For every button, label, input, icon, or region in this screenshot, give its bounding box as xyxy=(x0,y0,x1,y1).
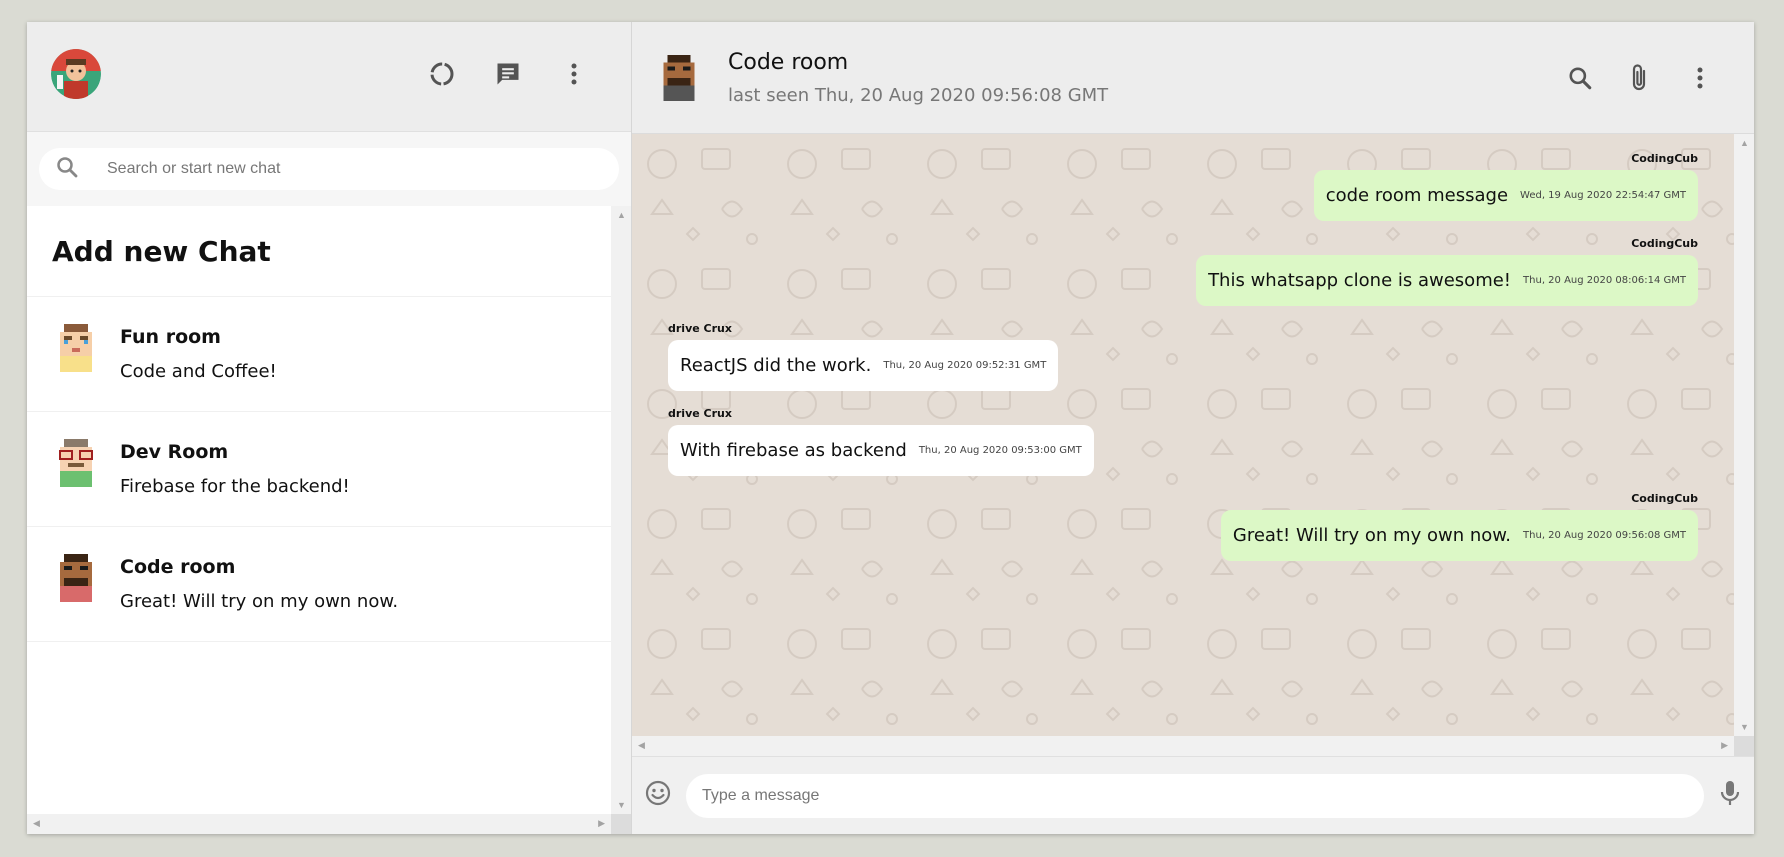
message-timestamp: Thu, 20 Aug 2020 09:52:31 GMT xyxy=(883,360,1047,371)
chat-last-message: Code and Coffee! xyxy=(120,361,277,382)
message-bubble[interactable]: With firebase as backend Thu, 20 Aug 202… xyxy=(668,425,1094,476)
search-input[interactable] xyxy=(105,159,603,179)
scrollbar-corner xyxy=(611,814,631,834)
chat-item-fun-room[interactable]: Fun room Code and Coffee! xyxy=(27,297,611,412)
message-timestamp: Wed, 19 Aug 2020 22:54:47 GMT xyxy=(1520,190,1686,201)
message-text: Great! Will try on my own now. xyxy=(1232,525,1512,546)
chat-list: Add new Chat Fun room Code and Coffee! D… xyxy=(27,206,611,642)
add-new-chat-button[interactable]: Add new Chat xyxy=(27,206,611,297)
message: CodingCub This whatsapp clone is awesome… xyxy=(668,237,1698,322)
scroll-up-arrow-icon[interactable]: ▲ xyxy=(1740,138,1749,148)
chat-last-message: Firebase for the backend! xyxy=(120,476,350,497)
message-sender: CodingCub xyxy=(1631,152,1698,165)
new-chat-icon[interactable] xyxy=(475,49,541,99)
scrollbar-corner xyxy=(1734,736,1754,756)
message: CodingCub code room message Wed, 19 Aug … xyxy=(668,152,1698,237)
chat-name: Fun room xyxy=(120,326,221,348)
sidebar: Add new Chat xyxy=(27,22,632,834)
chat-header-info[interactable]: Code room last seen Thu, 20 Aug 2020 09:… xyxy=(728,50,1550,106)
message-list: CodingCub code room message Wed, 19 Aug … xyxy=(632,134,1734,736)
chat-horizontal-scrollbar[interactable]: ◀ ▶ xyxy=(632,736,1734,756)
last-seen: last seen Thu, 20 Aug 2020 09:56:08 GMT xyxy=(728,84,1109,106)
emoji-icon[interactable] xyxy=(644,779,672,812)
scroll-right-arrow-icon[interactable]: ▶ xyxy=(598,818,605,829)
chat-body: CodingCub code room message Wed, 19 Aug … xyxy=(632,134,1754,756)
user-avatar[interactable] xyxy=(51,48,101,99)
message-sender: drive Crux xyxy=(668,322,732,335)
message-timestamp: Thu, 20 Aug 2020 09:53:00 GMT xyxy=(918,445,1082,456)
chat-avatar xyxy=(52,554,100,602)
search-icon[interactable] xyxy=(1550,53,1610,103)
add-new-chat-label: Add new Chat xyxy=(52,234,271,268)
message-timestamp: Thu, 20 Aug 2020 08:06:14 GMT xyxy=(1523,275,1686,286)
message-bubble[interactable]: Great! Will try on my own now. Thu, 20 A… xyxy=(1220,510,1698,561)
room-title: Code room xyxy=(728,49,849,75)
chat-panel: Code room last seen Thu, 20 Aug 2020 09:… xyxy=(632,22,1754,834)
scroll-down-arrow-icon[interactable]: ▼ xyxy=(617,800,626,810)
chat-avatar xyxy=(52,324,100,372)
message: drive Crux ReactJS did the work. Thu, 20… xyxy=(668,322,1698,407)
message-sender: drive Crux xyxy=(668,407,732,420)
scroll-down-arrow-icon[interactable]: ▼ xyxy=(1740,722,1749,732)
search-icon xyxy=(55,155,79,184)
message-input[interactable] xyxy=(700,785,1690,806)
chat-last-message: Great! Will try on my own now. xyxy=(120,591,399,612)
search-box xyxy=(39,148,619,190)
chat-header: Code room last seen Thu, 20 Aug 2020 09:… xyxy=(632,22,1754,134)
scroll-up-arrow-icon[interactable]: ▲ xyxy=(617,210,626,220)
message-text: ReactJS did the work. xyxy=(680,355,872,376)
message-timestamp: Thu, 20 Aug 2020 09:56:08 GMT xyxy=(1523,530,1686,541)
mic-icon[interactable] xyxy=(1718,779,1742,812)
message-input-box xyxy=(686,773,1704,818)
scroll-right-arrow-icon[interactable]: ▶ xyxy=(1721,740,1728,751)
sidebar-vertical-scrollbar[interactable]: ▲ ▼ xyxy=(611,206,631,814)
chat-name: Dev Room xyxy=(120,441,229,463)
message-bubble[interactable]: ReactJS did the work. Thu, 20 Aug 2020 0… xyxy=(668,340,1059,391)
scroll-left-arrow-icon[interactable]: ◀ xyxy=(33,818,40,829)
attach-icon[interactable] xyxy=(1610,53,1670,103)
chat-item-code-room[interactable]: Code room Great! Will try on my own now. xyxy=(27,527,611,642)
message-text: This whatsapp clone is awesome! xyxy=(1208,270,1512,291)
more-vert-icon[interactable] xyxy=(1670,53,1730,103)
chat-list-container: Add new Chat Fun room Code and Coffee! D… xyxy=(27,206,631,834)
search-bar xyxy=(27,132,631,206)
scroll-left-arrow-icon[interactable]: ◀ xyxy=(638,740,645,751)
message-bubble[interactable]: This whatsapp clone is awesome! Thu, 20 … xyxy=(1196,255,1698,306)
message-text: code room message xyxy=(1325,185,1509,206)
chat-name: Code room xyxy=(120,556,236,578)
chat-avatar xyxy=(52,439,100,487)
message-bubble[interactable]: code room message Wed, 19 Aug 2020 22:54… xyxy=(1313,170,1698,221)
sidebar-horizontal-scrollbar[interactable]: ◀ ▶ xyxy=(27,814,611,834)
message: CodingCub Great! Will try on my own now.… xyxy=(668,492,1698,577)
message-text: With firebase as backend xyxy=(680,440,907,461)
room-avatar[interactable] xyxy=(656,54,702,101)
chat-footer xyxy=(632,756,1754,834)
chat-vertical-scrollbar[interactable]: ▲ ▼ xyxy=(1734,134,1754,736)
message: drive Crux With firebase as backend Thu,… xyxy=(668,407,1698,492)
chat-item-dev-room[interactable]: Dev Room Firebase for the backend! xyxy=(27,412,611,527)
message-sender: CodingCub xyxy=(1631,237,1698,250)
sidebar-header xyxy=(27,22,631,132)
whatsapp-app: Add new Chat xyxy=(27,22,1754,834)
message-sender: CodingCub xyxy=(1631,492,1698,505)
more-vert-icon[interactable] xyxy=(541,49,607,99)
status-icon[interactable] xyxy=(409,49,475,99)
